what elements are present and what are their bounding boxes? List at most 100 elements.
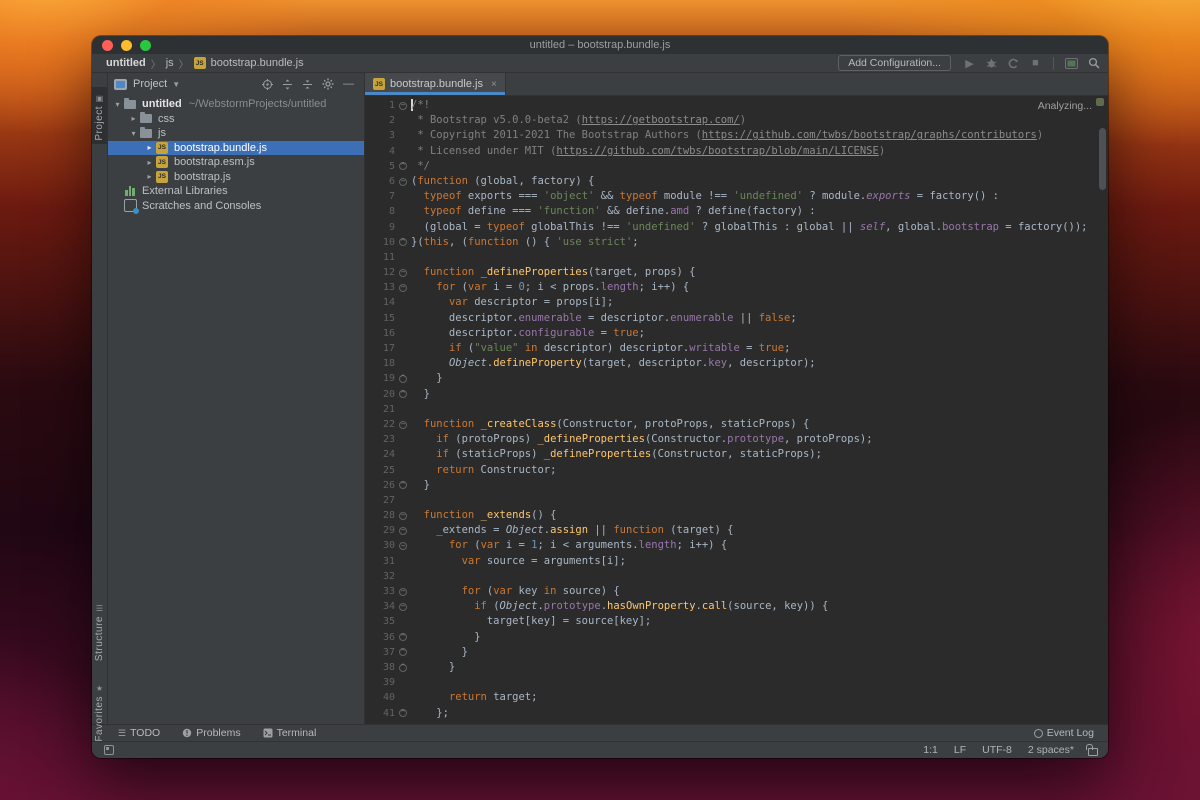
fold-start-icon[interactable]: − bbox=[399, 268, 407, 277]
tree-item-untitled[interactable]: ▾ untitled ~/WebstormProjects/untitled bbox=[108, 97, 364, 112]
code-line-5[interactable]: 5 ^ */ bbox=[365, 159, 1108, 174]
close-window-button[interactable] bbox=[102, 39, 113, 51]
code-line-4[interactable]: 4 * Licensed under MIT (https://github.c… bbox=[365, 144, 1108, 159]
fold-end-icon[interactable]: ^ bbox=[399, 481, 407, 490]
code-line-28[interactable]: 28− function _extends() { bbox=[365, 508, 1108, 523]
fold-end-icon[interactable]: ^ bbox=[399, 162, 407, 171]
fold-end-icon[interactable]: ^ bbox=[399, 374, 407, 383]
gear-icon[interactable] bbox=[322, 78, 334, 90]
breadcrumb-project[interactable]: untitled bbox=[106, 57, 146, 69]
chevron-collapsed-icon[interactable]: ▸ bbox=[144, 143, 155, 152]
code-line-38[interactable]: 38 ^ } bbox=[365, 660, 1108, 675]
code-line-33[interactable]: 33− for (var key in source) { bbox=[365, 584, 1108, 599]
code-line-27[interactable]: 27 bbox=[365, 493, 1108, 508]
fold-start-icon[interactable]: − bbox=[399, 420, 407, 429]
code-line-16[interactable]: 16 descriptor.configurable = true; bbox=[365, 326, 1108, 341]
tree-item-external-libraries[interactable]: External Libraries bbox=[108, 184, 364, 199]
tool-window-switcher-icon[interactable] bbox=[104, 745, 114, 755]
todo-tool-button[interactable]: ☰ TODO bbox=[118, 727, 160, 739]
stripe-button-favorites[interactable]: ★ Favorites bbox=[92, 681, 107, 742]
search-everywhere-icon[interactable] bbox=[1087, 57, 1100, 70]
chevron-collapsed-icon[interactable]: ▸ bbox=[128, 114, 139, 123]
code-line-37[interactable]: 37 ^ } bbox=[365, 645, 1108, 660]
code-line-35[interactable]: 35 target[key] = source[key]; bbox=[365, 614, 1108, 629]
inspection-indicator[interactable] bbox=[1096, 98, 1104, 106]
code-editor[interactable]: 1−/*! 2 * Bootstrap v5.0.0-beta2 (https:/… bbox=[365, 96, 1108, 724]
code-line-18[interactable]: 18 Object.defineProperty(target, descrip… bbox=[365, 356, 1108, 371]
tree-item-bootstrap-js[interactable]: ▸ JS bootstrap.js bbox=[108, 170, 364, 185]
terminal-window-icon[interactable] bbox=[1065, 57, 1078, 70]
code-line-21[interactable]: 21 bbox=[365, 402, 1108, 417]
code-line-3[interactable]: 3 * Copyright 2011-2021 The Bootstrap Au… bbox=[365, 128, 1108, 143]
code-line-41[interactable]: 41 ^ }; bbox=[365, 706, 1108, 721]
code-line-30[interactable]: 30− for (var i = 1; i < arguments.length… bbox=[365, 538, 1108, 553]
stripe-button-project[interactable]: ▣ Project bbox=[92, 87, 107, 144]
fold-start-icon[interactable]: − bbox=[399, 526, 407, 535]
event-log-button[interactable]: Event Log bbox=[1033, 727, 1094, 739]
code-line-26[interactable]: 26 ^ } bbox=[365, 478, 1108, 493]
indent-indicator[interactable]: 2 spaces* bbox=[1028, 744, 1074, 756]
tree-item-css[interactable]: ▸ css bbox=[108, 112, 364, 127]
breadcrumb-folder[interactable]: js bbox=[166, 57, 174, 69]
expand-all-icon[interactable] bbox=[282, 79, 293, 90]
code-line-39[interactable]: 39 bbox=[365, 675, 1108, 690]
chevron-down-icon[interactable]: ▼ bbox=[172, 80, 180, 89]
code-line-15[interactable]: 15 descriptor.enumerable = descriptor.en… bbox=[365, 311, 1108, 326]
fold-start-icon[interactable]: − bbox=[399, 602, 407, 611]
editor-tab-bootstrap-bundle[interactable]: JS bootstrap.bundle.js × bbox=[365, 73, 506, 95]
tree-item-scratches-and-consoles[interactable]: Scratches and Consoles bbox=[108, 199, 364, 215]
code-line-10[interactable]: 10 ^}(this, (function () { 'use strict'; bbox=[365, 235, 1108, 250]
fold-start-icon[interactable]: − bbox=[399, 511, 407, 520]
zoom-window-button[interactable] bbox=[140, 39, 151, 51]
code-line-1[interactable]: 1−/*! bbox=[365, 98, 1108, 113]
chevron-expanded-icon[interactable]: ▾ bbox=[128, 129, 139, 138]
encoding-indicator[interactable]: UTF-8 bbox=[982, 744, 1012, 756]
code-line-13[interactable]: 13− for (var i = 0; i < props.length; i+… bbox=[365, 280, 1108, 295]
stop-icon[interactable]: ■ bbox=[1029, 57, 1042, 70]
fold-start-icon[interactable]: − bbox=[399, 101, 407, 110]
code-line-34[interactable]: 34− if (Object.prototype.hasOwnProperty.… bbox=[365, 599, 1108, 614]
fold-start-icon[interactable]: − bbox=[399, 177, 407, 186]
close-tab-icon[interactable]: × bbox=[491, 79, 497, 90]
hide-panel-icon[interactable]: — bbox=[343, 78, 354, 90]
fold-start-icon[interactable]: − bbox=[399, 587, 407, 596]
code-line-31[interactable]: 31 var source = arguments[i]; bbox=[365, 554, 1108, 569]
fold-end-icon[interactable]: ^ bbox=[399, 390, 407, 399]
project-panel-title[interactable]: Project bbox=[133, 78, 167, 90]
problems-tool-button[interactable]: Problems bbox=[182, 727, 241, 739]
breadcrumb-file[interactable]: bootstrap.bundle.js bbox=[211, 57, 304, 69]
collapse-all-icon[interactable] bbox=[302, 79, 313, 90]
code-line-40[interactable]: 40 return target; bbox=[365, 690, 1108, 705]
fold-start-icon[interactable]: − bbox=[399, 283, 407, 292]
minimize-window-button[interactable] bbox=[121, 39, 132, 51]
stripe-button-structure[interactable]: ☰ Structure bbox=[92, 601, 107, 661]
code-line-2[interactable]: 2 * Bootstrap v5.0.0-beta2 (https://getb… bbox=[365, 113, 1108, 128]
chevron-expanded-icon[interactable]: ▾ bbox=[112, 100, 123, 109]
fold-end-icon[interactable]: ^ bbox=[399, 648, 407, 657]
code-line-32[interactable]: 32 bbox=[365, 569, 1108, 584]
run-icon[interactable]: ▶ bbox=[963, 57, 976, 70]
code-line-36[interactable]: 36 ^ } bbox=[365, 630, 1108, 645]
unlocked-padlock-icon[interactable] bbox=[1086, 743, 1098, 756]
code-line-23[interactable]: 23 if (protoProps) _defineProperties(Con… bbox=[365, 432, 1108, 447]
code-line-20[interactable]: 20 ^ } bbox=[365, 387, 1108, 402]
fold-end-icon[interactable]: ^ bbox=[399, 663, 407, 672]
tree-item-bootstrap-esm-js[interactable]: ▸ JS bootstrap.esm.js bbox=[108, 155, 364, 170]
code-line-12[interactable]: 12− function _defineProperties(target, p… bbox=[365, 265, 1108, 280]
debug-icon[interactable] bbox=[985, 57, 998, 70]
editor-scrollbar[interactable] bbox=[1099, 128, 1106, 190]
code-line-17[interactable]: 17 if ("value" in descriptor) descriptor… bbox=[365, 341, 1108, 356]
chevron-collapsed-icon[interactable]: ▸ bbox=[144, 158, 155, 167]
code-line-25[interactable]: 25 return Constructor; bbox=[365, 463, 1108, 478]
tree-item-bootstrap-bundle-js[interactable]: ▸ JS bootstrap.bundle.js bbox=[108, 140, 364, 155]
code-line-8[interactable]: 8 typeof define === 'function' && define… bbox=[365, 204, 1108, 219]
caret-position[interactable]: 1:1 bbox=[923, 744, 938, 756]
terminal-tool-button[interactable]: Terminal bbox=[263, 727, 316, 739]
code-line-7[interactable]: 7 typeof exports === 'object' && typeof … bbox=[365, 189, 1108, 204]
run-with-coverage-icon[interactable] bbox=[1007, 57, 1020, 70]
tree-item-js[interactable]: ▾ js bbox=[108, 126, 364, 141]
code-line-9[interactable]: 9 (global = typeof globalThis !== 'undef… bbox=[365, 220, 1108, 235]
add-configuration-button[interactable]: Add Configuration... bbox=[838, 55, 951, 71]
fold-end-icon[interactable]: ^ bbox=[399, 238, 407, 247]
code-line-19[interactable]: 19 ^ } bbox=[365, 371, 1108, 386]
